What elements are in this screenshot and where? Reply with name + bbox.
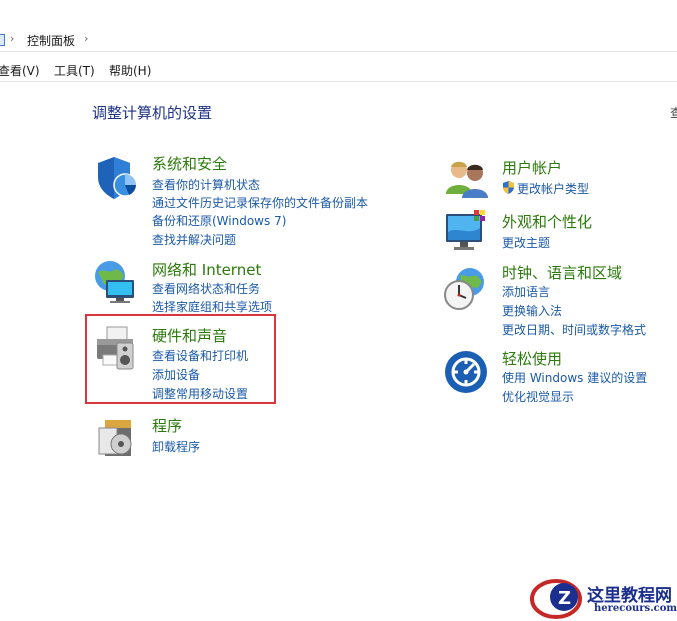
menu-tools[interactable]: 工具(T) (54, 62, 95, 79)
svg-text:Z: Z (558, 588, 571, 609)
link-troubleshoot[interactable]: 查找并解决问题 (152, 231, 236, 248)
link-uninstall-program[interactable]: 卸载程序 (152, 438, 200, 455)
clock-globe-icon[interactable] (442, 266, 488, 312)
watermark-logo-icon: Z (530, 579, 582, 619)
link-file-history-backup[interactable]: 通过文件历史记录保存你的文件备份副本 (152, 194, 368, 211)
menu-view[interactable]: 查看(V) (0, 62, 40, 79)
link-network-status[interactable]: 查看网络状态和任务 (152, 280, 260, 297)
control-panel-icon (0, 34, 5, 46)
shield-icon[interactable] (94, 155, 140, 201)
link-change-input-method[interactable]: 更换输入法 (502, 302, 562, 319)
link-date-time-format[interactable]: 更改日期、时间或数字格式 (502, 321, 646, 338)
category-title-programs[interactable]: 程序 (152, 415, 182, 436)
link-windows-suggested-settings[interactable]: 使用 Windows 建议的设置 (502, 369, 647, 386)
link-optimize-visual-display[interactable]: 优化视觉显示 (502, 388, 574, 405)
link-homegroup-sharing[interactable]: 选择家庭组和共享选项 (152, 298, 272, 315)
category-title-network[interactable]: 网络和 Internet (152, 259, 261, 280)
breadcrumb-control-panel[interactable]: 控制面板 (27, 32, 75, 49)
highlight-box (85, 314, 276, 404)
ease-of-access-icon[interactable] (444, 350, 490, 396)
menu-help[interactable]: 帮助(H) (109, 62, 151, 79)
watermark-en-text: herecours.com (594, 603, 677, 614)
users-icon[interactable] (444, 156, 490, 202)
link-view-computer-status[interactable]: 查看你的计算机状态 (152, 176, 260, 193)
category-title-appearance[interactable]: 外观和个性化 (502, 211, 592, 232)
link-backup-restore[interactable]: 备份和还原(Windows 7) (152, 212, 286, 229)
link-change-theme[interactable]: 更改主题 (502, 234, 550, 251)
link-change-account-type[interactable]: 更改帐户类型 (517, 180, 589, 197)
category-title-user-accounts[interactable]: 用户帐户 (502, 157, 562, 178)
view-by-label[interactable]: 查 (670, 104, 677, 121)
uac-shield-icon (503, 181, 514, 194)
chevron-right-icon[interactable]: › (84, 32, 88, 45)
link-add-language[interactable]: 添加语言 (502, 283, 550, 300)
address-bar[interactable]: › 控制面板 › (0, 28, 677, 52)
watermark: Z 这里教程网 herecours.com (530, 576, 677, 621)
page-title: 调整计算机的设置 (92, 104, 213, 122)
monitor-palette-icon[interactable] (444, 208, 490, 254)
programs-icon[interactable] (95, 414, 141, 460)
category-title-system-security[interactable]: 系统和安全 (152, 153, 227, 174)
category-title-clock-region[interactable]: 时钟、语言和区域 (502, 262, 622, 283)
network-globe-icon[interactable] (92, 258, 138, 304)
category-title-ease-access[interactable]: 轻松使用 (502, 348, 562, 369)
chevron-right-icon[interactable]: › (10, 32, 14, 45)
menu-bar: 查看(V) 工具(T) 帮助(H) (0, 58, 677, 82)
